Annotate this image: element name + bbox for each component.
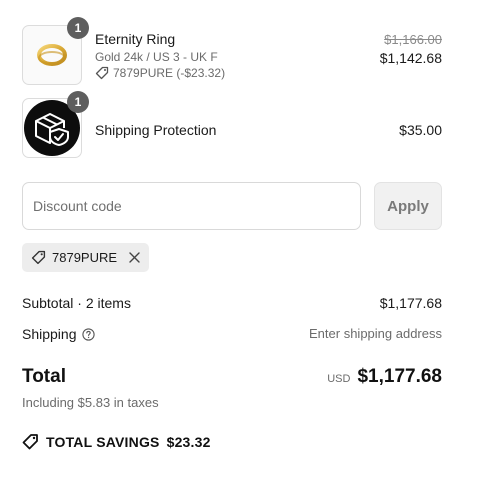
total-currency: USD (327, 373, 351, 385)
applied-discount-chip: 7879PURE (22, 243, 150, 272)
shipping-label: Shipping (22, 326, 77, 342)
total-label: Total (22, 366, 66, 387)
quantity-badge: 1 (67, 91, 89, 113)
shipping-value: Enter shipping address (309, 326, 442, 341)
total-savings-value: $23.32 (166, 433, 211, 450)
total-savings: TOTAL SAVINGS $23.32 (22, 433, 211, 450)
quantity-badge: 1 (67, 17, 89, 39)
total-amount: USD $1,177.68 (327, 366, 442, 388)
close-icon (128, 252, 140, 263)
subtotal-label: Subtotal · 2 items (22, 295, 131, 311)
item-price: $35.00 (399, 122, 442, 138)
total-value: $1,177.68 (357, 366, 442, 387)
item-discount-text: 7879PURE (-$23.32) (113, 66, 226, 80)
item-discount: 7879PURE (-$23.32) (95, 66, 225, 80)
discount-code-input[interactable] (22, 182, 361, 230)
help-icon[interactable] (81, 327, 95, 341)
item-name: Eternity Ring (95, 31, 176, 47)
taxes-note: Including $5.83 in taxes (22, 395, 159, 410)
shipping-row-label: Shipping (22, 326, 95, 342)
remove-discount-button[interactable] (127, 251, 141, 265)
item-name: Shipping Protection (95, 122, 217, 138)
applied-discount-code: 7879PURE (52, 250, 118, 265)
total-savings-label: TOTAL SAVINGS (46, 433, 160, 450)
item-price: $1,142.68 (379, 50, 442, 66)
item-variant: Gold 24k / US 3 - UK F (95, 50, 218, 64)
savings-tag-icon (22, 434, 38, 450)
subtotal-value: $1,177.68 (379, 295, 442, 311)
item-original-price: $1,166.00 (384, 32, 442, 47)
tag-icon (95, 66, 109, 80)
tag-icon (31, 250, 46, 265)
apply-discount-button[interactable]: Apply (374, 182, 442, 230)
